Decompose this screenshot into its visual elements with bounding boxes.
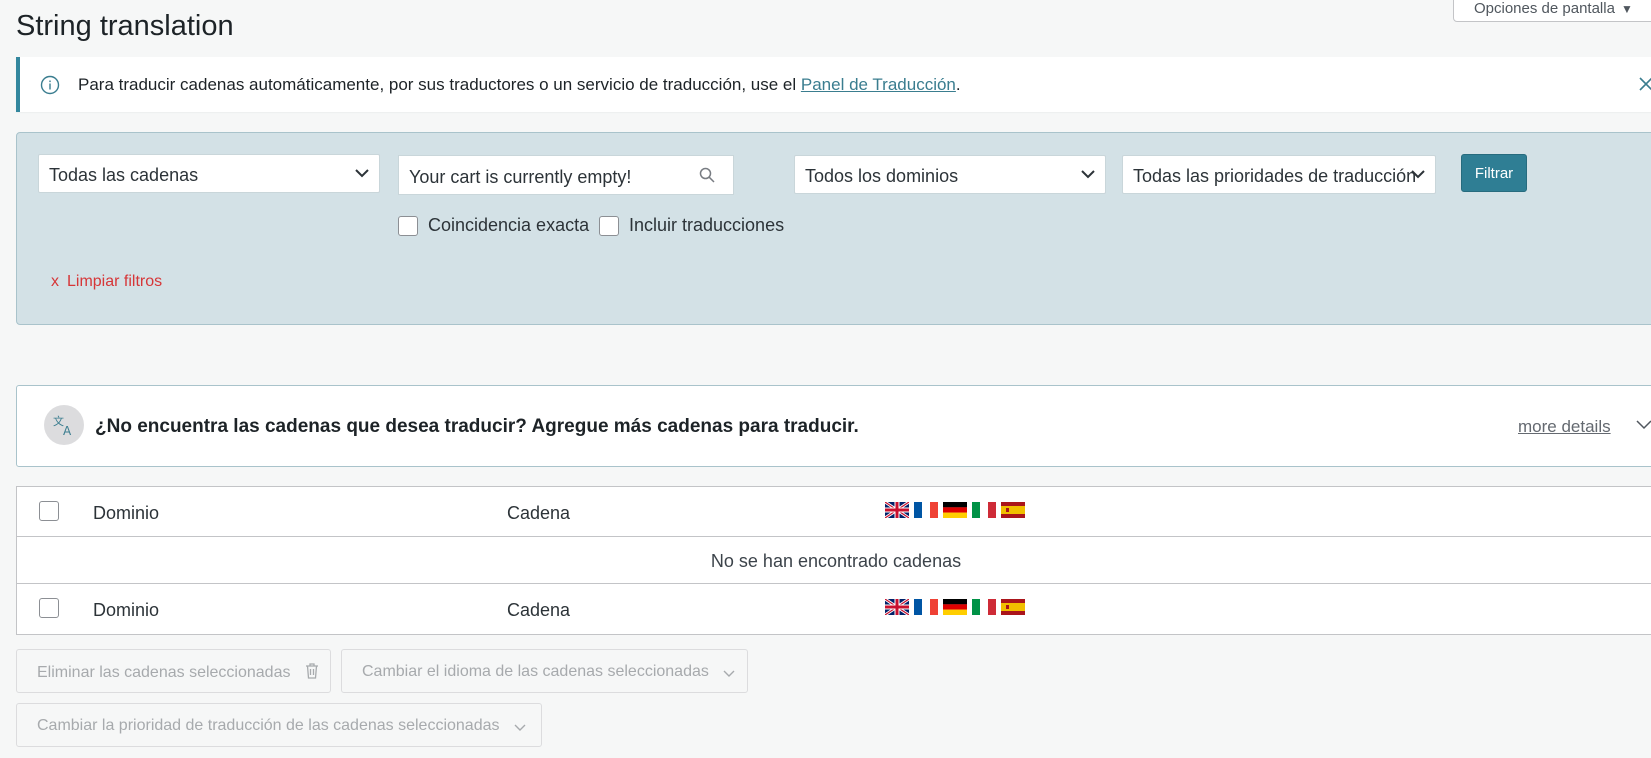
- chevron-down-icon: [355, 169, 369, 178]
- select-all-checkbox-bottom[interactable]: [39, 598, 59, 618]
- add-more-strings-box: 文A ¿No encuentra las cadenas que desea t…: [16, 385, 1651, 467]
- close-icon[interactable]: [1636, 74, 1651, 94]
- strings-select-value: Todas las cadenas: [49, 165, 199, 185]
- flag-de-icon: [943, 502, 967, 518]
- flag-es-icon: [1001, 502, 1025, 518]
- exact-match-label: Coincidencia exacta: [428, 215, 590, 235]
- notice-suffix: .: [955, 74, 961, 94]
- translation-panel-link[interactable]: Panel de Traducción: [801, 75, 956, 94]
- flag-de-icon: [943, 599, 967, 615]
- select-all-checkbox[interactable]: [39, 501, 59, 521]
- include-translations-label: Incluir traducciones: [629, 215, 785, 235]
- flag-en-icon: [885, 502, 909, 518]
- add-more-strings-title: ¿No encuentra las cadenas que desea trad…: [95, 416, 859, 437]
- more-details-link[interactable]: more details: [1518, 417, 1611, 437]
- chevron-down-icon[interactable]: [1636, 420, 1651, 430]
- include-translations-checkbox[interactable]: [599, 215, 619, 236]
- change-language-label: Cambiar el idioma de las cadenas selecci…: [362, 663, 709, 680]
- column-domain-bottom[interactable]: Dominio: [93, 600, 159, 621]
- chevron-down-icon: [1081, 170, 1095, 179]
- delete-selected-label: Eliminar las cadenas seleccionadas: [37, 664, 291, 681]
- notice-message: Para traducir cadenas automáticamente, p…: [78, 74, 801, 94]
- clear-x-icon: x: [51, 273, 59, 290]
- flag-fr-icon: [914, 502, 938, 518]
- trash-icon: [305, 663, 318, 679]
- table-header: Dominio Cadena: [17, 487, 1651, 537]
- domains-select-value: Todos los dominios: [805, 166, 959, 186]
- search-icon: [699, 167, 715, 183]
- info-icon: [40, 75, 60, 95]
- flag-it-icon: [972, 599, 996, 615]
- strings-select[interactable]: Todas las cadenas: [38, 154, 380, 193]
- flag-en-icon: [885, 599, 909, 615]
- column-string[interactable]: Cadena: [507, 503, 570, 524]
- empty-row: No se han encontrado cadenas: [17, 537, 1651, 584]
- notice-text: Para traducir cadenas automáticamente, p…: [78, 75, 961, 95]
- search-value: Your cart is currently empty!: [409, 167, 632, 187]
- translate-icon: 文A: [44, 405, 84, 445]
- strings-table: Dominio Cadena No se han encontrado cade…: [16, 486, 1651, 635]
- page-title: String translation: [16, 10, 234, 42]
- info-notice: Para traducir cadenas automáticamente, p…: [16, 57, 1651, 112]
- column-domain[interactable]: Dominio: [93, 503, 159, 524]
- filter-panel: Todas las cadenas Your cart is currently…: [16, 132, 1651, 325]
- priority-select[interactable]: Todas las prioridades de traducción: [1122, 155, 1436, 194]
- exact-match-checkbox[interactable]: [398, 215, 418, 236]
- flag-fr-icon: [914, 599, 938, 615]
- empty-message: No se han encontrado cadenas: [710, 551, 962, 571]
- table-footer: Dominio Cadena: [17, 584, 1651, 634]
- search-input[interactable]: Your cart is currently empty!: [398, 155, 734, 195]
- chevron-down-icon: [514, 724, 526, 731]
- chevron-down-icon: [1411, 170, 1425, 179]
- include-translations-option[interactable]: Incluir traducciones: [599, 215, 784, 236]
- flag-it-icon: [972, 502, 996, 518]
- screen-options-label: Opciones de pantalla: [1474, 0, 1615, 17]
- filter-button[interactable]: Filtrar: [1461, 154, 1527, 192]
- screen-options-button[interactable]: Opciones de pantalla ▼: [1453, 0, 1651, 22]
- change-priority-label: Cambiar la prioridad de traducción de la…: [37, 717, 500, 734]
- chevron-down-icon: [723, 670, 735, 677]
- language-flags-bottom: [885, 599, 1025, 615]
- column-string-bottom[interactable]: Cadena: [507, 600, 570, 621]
- change-priority-button[interactable]: Cambiar la prioridad de traducción de la…: [16, 703, 542, 747]
- change-language-button[interactable]: Cambiar el idioma de las cadenas selecci…: [341, 649, 748, 693]
- clear-filters-label: Limpiar filtros: [67, 273, 163, 290]
- domains-select[interactable]: Todos los dominios: [794, 155, 1106, 194]
- language-flags: [885, 502, 1025, 518]
- delete-selected-button[interactable]: Eliminar las cadenas seleccionadas: [16, 649, 331, 693]
- priority-select-value: Todas las prioridades de traducción: [1133, 166, 1417, 186]
- svg-text:A: A: [63, 424, 72, 437]
- exact-match-option[interactable]: Coincidencia exacta: [398, 215, 589, 236]
- flag-es-icon: [1001, 599, 1025, 615]
- caret-down-icon: ▼: [1620, 2, 1633, 16]
- clear-filters-link[interactable]: x Limpiar filtros: [51, 273, 162, 291]
